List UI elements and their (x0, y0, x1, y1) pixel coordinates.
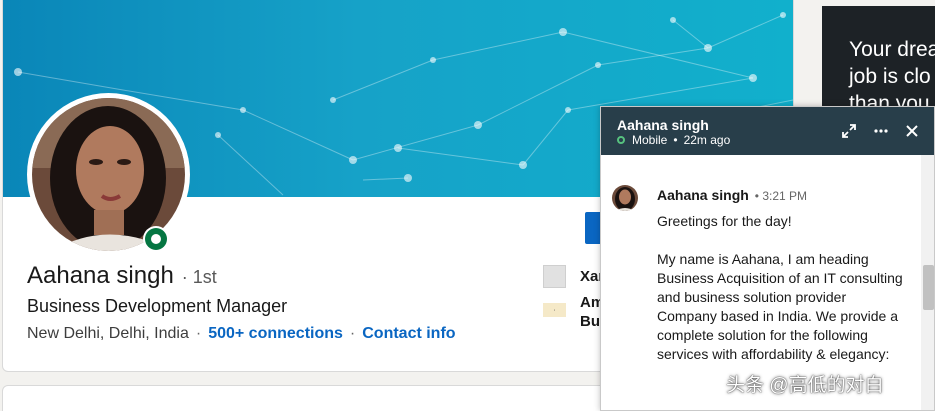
profile-headline: Business Development Manager (27, 296, 288, 316)
company-logo-icon: · (543, 303, 566, 317)
close-icon[interactable] (902, 121, 922, 141)
message-meta: Aahana singh • 3:21 PM (657, 187, 807, 203)
online-status-icon (143, 226, 169, 252)
sender-avatar[interactable] (612, 185, 638, 211)
linkedin-page: Aahana singh · 1st Business Development … (0, 0, 935, 411)
message-sender[interactable]: Aahana singh (657, 187, 749, 203)
scrollbar-thumb[interactable] (923, 265, 934, 310)
contact-info-link[interactable]: Contact info (362, 325, 455, 343)
presence-status: Mobile (632, 133, 668, 147)
chat-presence: Mobile • 22m ago (617, 133, 730, 147)
online-icon (617, 136, 625, 144)
message-time: • 3:21 PM (754, 189, 808, 203)
message-text: Greetings for the day! My name is Aahana… (657, 213, 903, 362)
connections-link[interactable]: 500+ connections (208, 325, 343, 343)
separator: · (349, 325, 356, 342)
separator: • (673, 133, 678, 147)
connection-degree: · 1st (181, 267, 217, 287)
chat-header[interactable]: Aahana singh Mobile • 22m ago (601, 107, 934, 155)
separator: · (195, 325, 202, 342)
ad-line: job is clo (849, 65, 931, 88)
profile-location: New Delhi, Delhi, India (27, 325, 189, 342)
chat-scrollbar[interactable] (921, 155, 934, 410)
ad-line: Your drea (849, 38, 935, 61)
experience-item[interactable]: · Am Bus (543, 293, 608, 331)
ad-text: Your drea job is clo than you (849, 36, 935, 116)
profile-name-row: Aahana singh · 1st (27, 262, 217, 290)
expand-icon[interactable] (839, 121, 859, 141)
more-icon[interactable] (871, 121, 891, 141)
company-logo-icon (543, 265, 566, 288)
profile-meta: New Delhi, Delhi, India · 500+ connectio… (27, 325, 456, 343)
chat-contact-name[interactable]: Aahana singh (617, 117, 709, 133)
experience-item[interactable]: Xar (543, 265, 604, 288)
last-seen: 22m ago (683, 133, 731, 147)
chat-window: Aahana singh Mobile • 22m ago Aahana sin… (600, 106, 935, 411)
watermark: 头条 @高低的对白 (726, 375, 884, 396)
promo-ad[interactable]: Your drea job is clo than you (822, 6, 935, 116)
profile-name: Aahana singh (27, 262, 174, 289)
